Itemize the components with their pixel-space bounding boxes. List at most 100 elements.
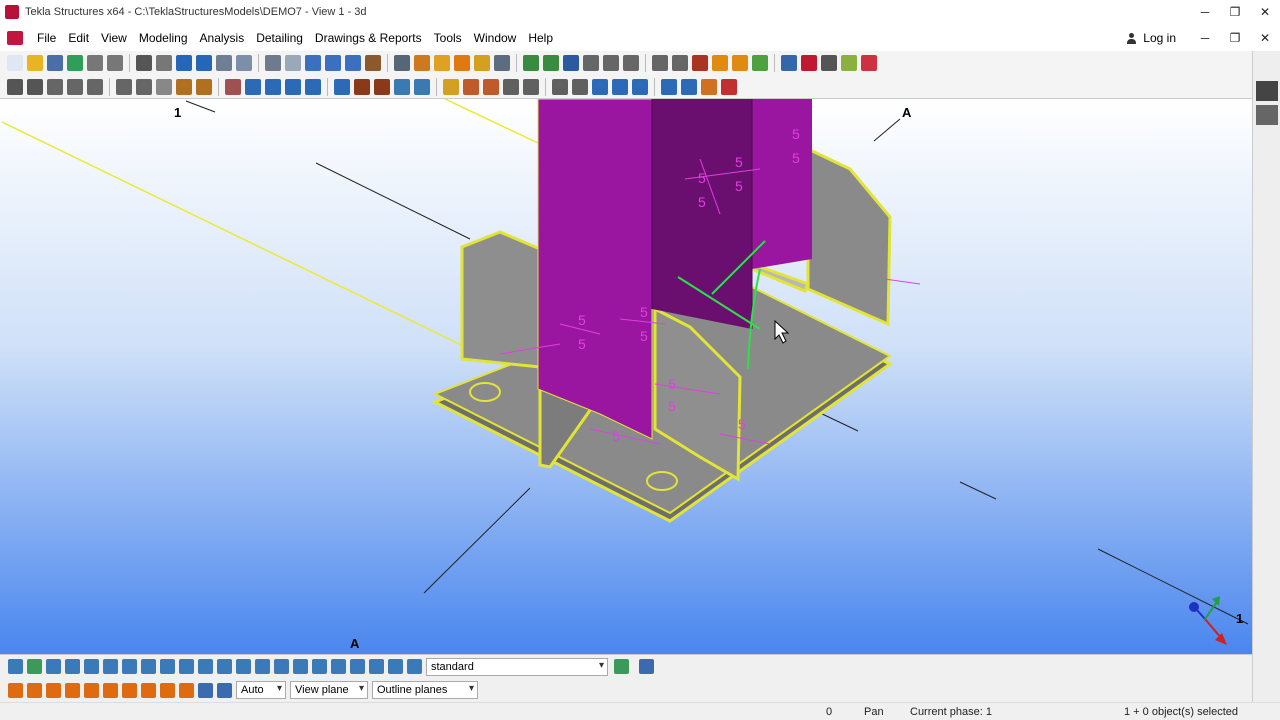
toolbar1-tool-icon-4[interactable]	[67, 55, 83, 71]
selection-switch-icon-10[interactable]	[179, 659, 194, 674]
menu-help[interactable]: Help	[522, 31, 559, 45]
restore-button[interactable]: ❐	[1220, 5, 1250, 19]
toolbar1-tool-icon-25[interactable]	[523, 55, 539, 71]
selection-switch-icon-1[interactable]	[8, 659, 23, 674]
toolbar1-tool-icon-34[interactable]	[712, 55, 728, 71]
toolbar2-tool-icon-19[interactable]	[394, 78, 410, 95]
snap-plane-select[interactable]: Outline planes	[372, 681, 478, 699]
property-pane-icon[interactable]	[1256, 105, 1278, 125]
toolbar2-tool-icon-26[interactable]	[552, 78, 568, 95]
toolbar2-tool-icon-4[interactable]	[67, 78, 83, 95]
toolbar2-tool-icon-3[interactable]	[47, 78, 63, 95]
selection-switch-icon-15[interactable]	[274, 659, 289, 674]
toolbar1-tool-icon-32[interactable]	[672, 55, 688, 71]
toolbar2-tool-icon-1[interactable]	[7, 78, 23, 95]
toolbar2-tool-icon-22[interactable]	[463, 78, 479, 95]
selection-switch-icon-14[interactable]	[255, 659, 270, 674]
snap-switch-icon-2[interactable]	[27, 682, 42, 698]
selection-switch-icon-16[interactable]	[293, 659, 308, 674]
toolbar1-tool-icon-3[interactable]	[47, 55, 63, 71]
toolbar1-tool-icon-10[interactable]	[196, 55, 212, 71]
toolbar1-tool-icon-30[interactable]	[623, 55, 639, 71]
toolbar1-tool-icon-11[interactable]	[216, 55, 232, 71]
toolbar2-tool-icon-6[interactable]	[116, 78, 132, 95]
toolbar1-tool-icon-24[interactable]	[494, 55, 510, 71]
toolbar2-tool-icon-20[interactable]	[414, 78, 430, 95]
menu-drawings-reports[interactable]: Drawings & Reports	[309, 31, 428, 45]
toolbar1-tool-icon-18[interactable]	[365, 55, 381, 71]
toolbar2-tool-icon-33[interactable]	[701, 78, 717, 95]
model-view-3d[interactable]: 1 A 1 5 5 5 5 5 5 5 5 5 5 5 5 5 5	[0, 99, 1252, 654]
toolbar2-tool-icon-2[interactable]	[27, 78, 43, 95]
toolbar1-tool-icon-36[interactable]	[752, 55, 768, 71]
snap-switch-icon-4[interactable]	[65, 682, 80, 698]
selection-switch-icon-12[interactable]	[217, 659, 232, 674]
snap-switch-icon-7[interactable]	[122, 682, 137, 698]
snap-switch-icon-6[interactable]	[103, 682, 118, 698]
selection-switch-icon-11[interactable]	[198, 659, 213, 674]
toolbar1-tool-icon-17[interactable]	[345, 55, 361, 71]
toolbar1-tool-icon-1[interactable]	[7, 55, 23, 71]
menu-modeling[interactable]: Modeling	[133, 31, 194, 45]
toolbar2-tool-icon-24[interactable]	[503, 78, 519, 95]
toolbar2-tool-icon-32[interactable]	[681, 78, 697, 95]
toolbar2-tool-icon-11[interactable]	[225, 78, 241, 95]
filter-settings-icon[interactable]	[614, 659, 629, 674]
menu-tools[interactable]: Tools	[428, 31, 468, 45]
toolbar1-tool-icon-19[interactable]	[394, 55, 410, 71]
toolbar2-tool-icon-31[interactable]	[661, 78, 677, 95]
toolbar1-tool-icon-38[interactable]	[801, 55, 817, 71]
menu-file[interactable]: File	[31, 31, 62, 45]
toolbar1-tool-icon-22[interactable]	[454, 55, 470, 71]
model-canvas[interactable]: 1 A 1 5 5 5 5 5 5 5 5 5 5 5 5 5 5	[0, 99, 1252, 654]
selection-switch-icon-9[interactable]	[160, 659, 175, 674]
toolbar1-tool-icon-35[interactable]	[732, 55, 748, 71]
toolbar1-tool-icon-23[interactable]	[474, 55, 490, 71]
selection-switch-icon-13[interactable]	[236, 659, 251, 674]
select-pointer-icon[interactable]	[639, 659, 654, 674]
selection-switch-icon-18[interactable]	[331, 659, 346, 674]
menu-detailing[interactable]: Detailing	[250, 31, 309, 45]
toolbar2-tool-icon-23[interactable]	[483, 78, 499, 95]
toolbar1-tool-icon-2[interactable]	[27, 55, 43, 71]
toolbar1-tool-icon-27[interactable]	[563, 55, 579, 71]
toolbar2-tool-icon-8[interactable]	[156, 78, 172, 95]
toolbar2-tool-icon-16[interactable]	[334, 78, 350, 95]
selection-switch-icon-20[interactable]	[369, 659, 384, 674]
selection-switch-icon-5[interactable]	[84, 659, 99, 674]
toolbar1-tool-icon-31[interactable]	[652, 55, 668, 71]
toolbar1-tool-icon-15[interactable]	[305, 55, 321, 71]
toolbar1-tool-icon-8[interactable]	[156, 55, 172, 71]
selection-switch-icon-19[interactable]	[350, 659, 365, 674]
selection-switch-icon-8[interactable]	[141, 659, 156, 674]
toolbar1-tool-icon-28[interactable]	[583, 55, 599, 71]
snap-switch-icon-5[interactable]	[84, 682, 99, 698]
tekla-logo-icon[interactable]	[7, 31, 23, 45]
toolbar1-tool-icon-5[interactable]	[87, 55, 103, 71]
toolbar1-tool-icon-41[interactable]	[861, 55, 877, 71]
selection-switch-icon-22[interactable]	[407, 659, 422, 674]
toolbar2-tool-icon-25[interactable]	[523, 78, 539, 95]
toolbar1-tool-icon-39[interactable]	[821, 55, 837, 71]
selection-switch-icon-21[interactable]	[388, 659, 403, 674]
toolbar1-tool-icon-29[interactable]	[603, 55, 619, 71]
snap-switch-icon-3[interactable]	[46, 682, 61, 698]
toolbar1-tool-icon-14[interactable]	[285, 55, 301, 71]
snap-switch-icon-8[interactable]	[141, 682, 156, 698]
toolbar2-tool-icon-12[interactable]	[245, 78, 261, 95]
toolbar2-tool-icon-30[interactable]	[632, 78, 648, 95]
toolbar2-tool-icon-15[interactable]	[305, 78, 321, 95]
minimize-button[interactable]: ─	[1190, 5, 1220, 19]
toolbar1-tool-icon-20[interactable]	[414, 55, 430, 71]
menu-view[interactable]: View	[95, 31, 133, 45]
toolbar1-tool-icon-7[interactable]	[136, 55, 152, 71]
snap-switch-icon-1[interactable]	[8, 682, 23, 698]
toolbar2-tool-icon-17[interactable]	[354, 78, 370, 95]
selection-switch-icon-2[interactable]	[27, 659, 42, 674]
snap-switch-icon-9[interactable]	[160, 682, 175, 698]
menu-edit[interactable]: Edit	[62, 31, 95, 45]
doc-restore-button[interactable]: ❐	[1220, 31, 1250, 45]
toolbar1-tool-icon-9[interactable]	[176, 55, 192, 71]
snap-switch-icon-10[interactable]	[179, 682, 194, 698]
toolbar2-tool-icon-34[interactable]	[721, 78, 737, 95]
